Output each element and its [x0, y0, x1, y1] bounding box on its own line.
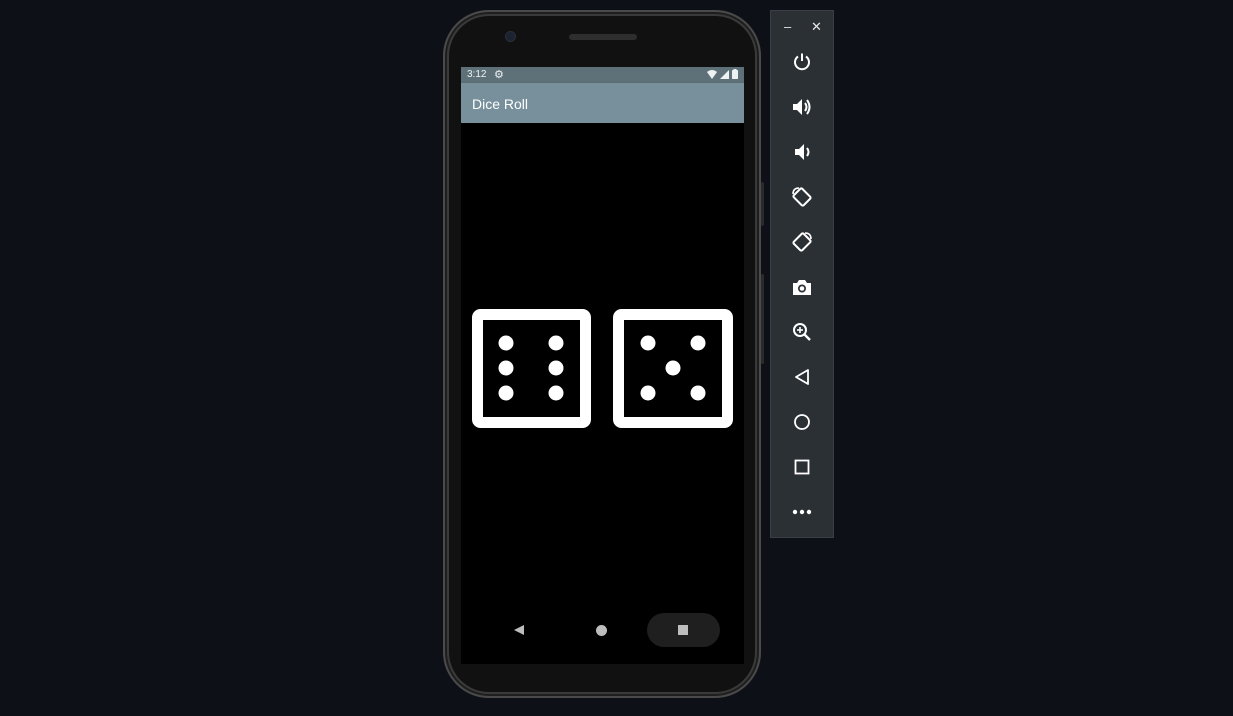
die-1-pips — [498, 335, 564, 401]
volume-up-button[interactable] — [787, 92, 817, 122]
system-icons — [707, 69, 738, 79]
die-1-face — [472, 309, 591, 428]
rotate-right-icon — [792, 232, 812, 252]
device-screen[interactable]: 3:12 ⚙ Dice Roll — [461, 67, 744, 664]
screenshot-button[interactable] — [787, 272, 817, 302]
die-1[interactable] — [472, 309, 591, 428]
close-button[interactable]: ✕ — [811, 19, 822, 35]
power-button[interactable] — [787, 47, 817, 77]
phone-side-button-top[interactable] — [761, 182, 764, 226]
die-2[interactable] — [613, 309, 733, 428]
power-icon — [794, 53, 810, 71]
camera-icon — [793, 280, 811, 295]
recents-nav-icon — [678, 625, 688, 635]
battery-icon — [732, 69, 738, 79]
rotate-right-button[interactable] — [787, 227, 817, 257]
rotate-left-button[interactable] — [787, 182, 817, 212]
wifi-icon — [707, 69, 717, 79]
overview-icon — [794, 459, 810, 475]
settings-icon: ⚙ — [494, 69, 504, 81]
back-icon — [795, 369, 809, 385]
die-2-pips — [640, 335, 706, 401]
home-button[interactable] — [787, 407, 817, 437]
home-nav-icon[interactable] — [596, 625, 607, 636]
app-title: Dice Roll — [472, 96, 529, 112]
overview-button[interactable] — [787, 452, 817, 482]
home-icon — [794, 414, 810, 430]
minimize-button[interactable]: – — [784, 19, 791, 34]
toolbar-window-controls: – ✕ — [771, 19, 833, 37]
front-camera — [506, 32, 515, 41]
zoom-button[interactable] — [787, 317, 817, 347]
back-nav-icon[interactable] — [513, 624, 525, 636]
signal-icon — [720, 69, 729, 79]
emulator-toolbar: – ✕ — [770, 10, 834, 538]
volume-up-icon — [793, 99, 811, 115]
recents-nav-button[interactable] — [647, 613, 720, 647]
more-button[interactable] — [787, 497, 817, 527]
phone-side-button-bottom[interactable] — [761, 274, 764, 364]
back-button[interactable] — [787, 362, 817, 392]
status-bar: 3:12 ⚙ — [461, 67, 744, 83]
volume-down-button[interactable] — [787, 137, 817, 167]
rotate-left-icon — [792, 187, 812, 207]
app-bar: Dice Roll — [461, 83, 744, 123]
more-icon — [792, 509, 812, 515]
status-time: 3:12 — [467, 69, 487, 80]
earpiece-speaker — [569, 34, 637, 40]
volume-down-icon — [795, 144, 810, 160]
zoom-icon — [793, 323, 811, 341]
